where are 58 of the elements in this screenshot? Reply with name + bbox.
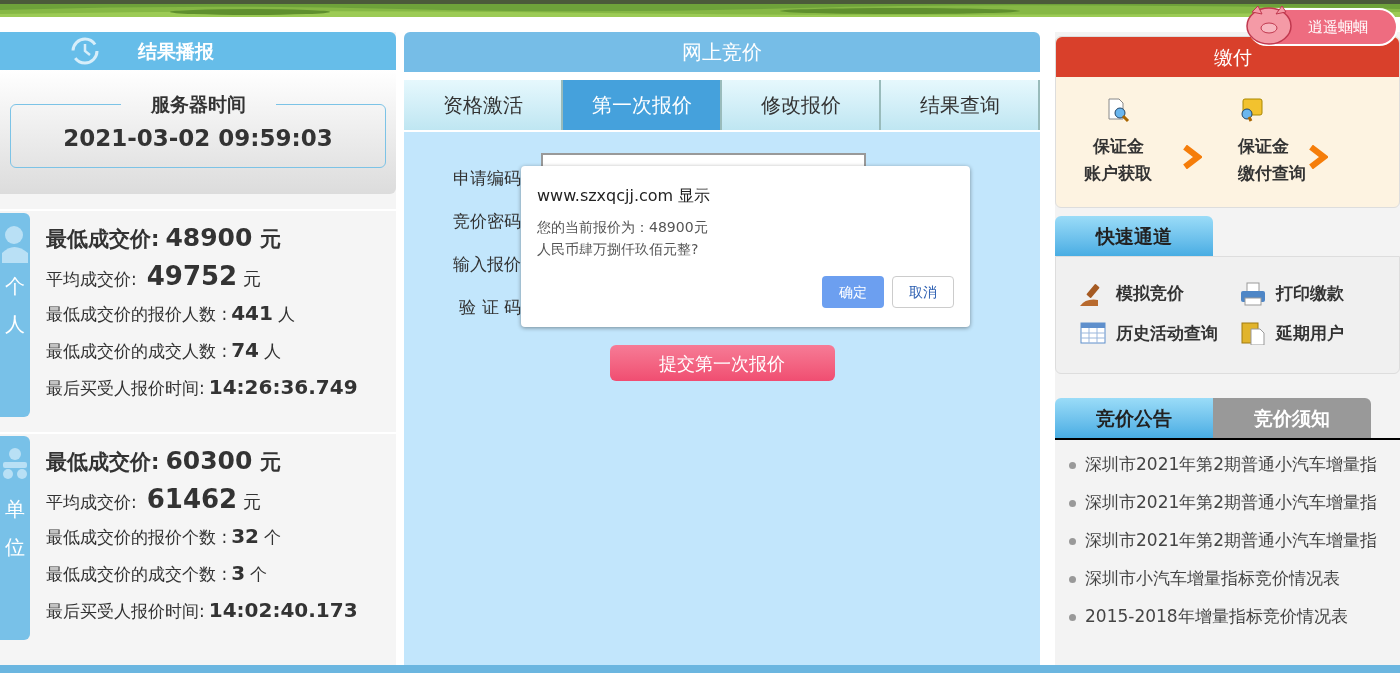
notice-link[interactable]: 深圳市2021年第2期普通小汽车增量指 <box>1085 490 1378 516</box>
bullet-icon <box>1069 575 1076 583</box>
side-tab-label: 单位 <box>5 496 25 561</box>
panel-title: 网上竞价 <box>404 32 1040 72</box>
dialog-message: 人民币肆万捌仟玖佰元整? <box>537 240 700 259</box>
time-label: 服务器时间 <box>149 92 247 117</box>
chevron-icon <box>1182 145 1202 169</box>
chevron-icon <box>1308 145 1328 169</box>
stat-line: 平均成交价: 61462 元 <box>46 483 262 516</box>
bullet-icon <box>1069 461 1076 469</box>
notice-link[interactable]: 深圳市小汽车增量指标竞价情况表 <box>1085 566 1340 592</box>
tab[interactable]: 竞价公告 <box>1055 398 1213 438</box>
bullet-icon <box>1069 499 1076 507</box>
printer-icon <box>1239 281 1266 306</box>
payment-title: 缴付 <box>1214 44 1252 70</box>
document-search-icon <box>1105 97 1131 123</box>
step-label: 缴付查询 <box>1238 162 1306 185</box>
stat-line: 最低成交价的成交个数 : 3 个 <box>46 560 269 587</box>
quick-link[interactable]: 打印缴款 <box>1239 281 1399 307</box>
cancel-button[interactable]: 取消 <box>892 276 954 308</box>
field-label: 验 证 码 <box>458 295 521 319</box>
notice-link[interactable]: 2015-2018年增量指标竞价情况表 <box>1085 604 1348 630</box>
stat-line: 最后买受人报价时间: 14:02:40.173 <box>46 597 358 624</box>
field-label: 申请编码 <box>452 166 521 190</box>
bullet-icon <box>1069 613 1076 621</box>
field-label: 竞价密码 <box>452 209 521 233</box>
server-time: 2021-03-02 09:59:03 <box>63 123 333 153</box>
stat-line: 平均成交价: 49752 元 <box>46 260 262 293</box>
notice-link[interactable]: 深圳市2021年第2期普通小汽车增量指 <box>1085 452 1378 478</box>
stat-line: 最低成交价: 48900 元 <box>46 222 282 254</box>
clipboard-icon <box>1239 321 1266 346</box>
quick-link[interactable]: 模拟竞价 <box>1080 281 1240 307</box>
notice-link[interactable]: 深圳市2021年第2期普通小汽车增量指 <box>1085 528 1378 554</box>
dialog-message: 您的当前报价为：48900元 <box>537 218 709 237</box>
stat-line: 最低成交价的报价个数 : 32 个 <box>46 523 283 550</box>
side-tab-label: 个人 <box>5 273 25 338</box>
quick-link[interactable]: 历史活动查询 <box>1080 320 1240 346</box>
person-icon <box>2 223 28 263</box>
step-label: 保证金 <box>1092 135 1144 158</box>
field-label: 输入报价 <box>452 252 521 276</box>
stat-line: 最低成交价的报价人数 : 441 人 <box>46 300 297 327</box>
table-icon <box>1080 321 1106 346</box>
step-label: 账户获取 <box>1084 162 1152 185</box>
step-label: 保证金 <box>1238 135 1289 158</box>
badge-label: 逍遥蝈蝈 <box>1308 16 1368 38</box>
tab[interactable]: 修改报价 <box>722 80 881 130</box>
panel-title: 结果播报 <box>138 38 214 64</box>
stat-line: 最低成交价的成交人数 : 74 人 <box>46 337 283 364</box>
stat-line: 最后买受人报价时间: 14:26:36.749 <box>46 374 358 401</box>
bullet-icon <box>1069 537 1076 545</box>
quick-link[interactable]: 延期用户 <box>1239 320 1399 346</box>
dialog-title: www.szxqcjj.com 显示 <box>537 185 712 207</box>
pig-icon <box>1244 4 1294 46</box>
wallet-search-icon <box>1238 97 1264 123</box>
stat-line: 最低成交价: 60300 元 <box>46 445 282 477</box>
tab[interactable]: 结果查询 <box>881 80 1040 130</box>
section-tab[interactable]: 快速通道 <box>1055 216 1213 256</box>
tab[interactable]: 资格激活 <box>404 80 563 130</box>
